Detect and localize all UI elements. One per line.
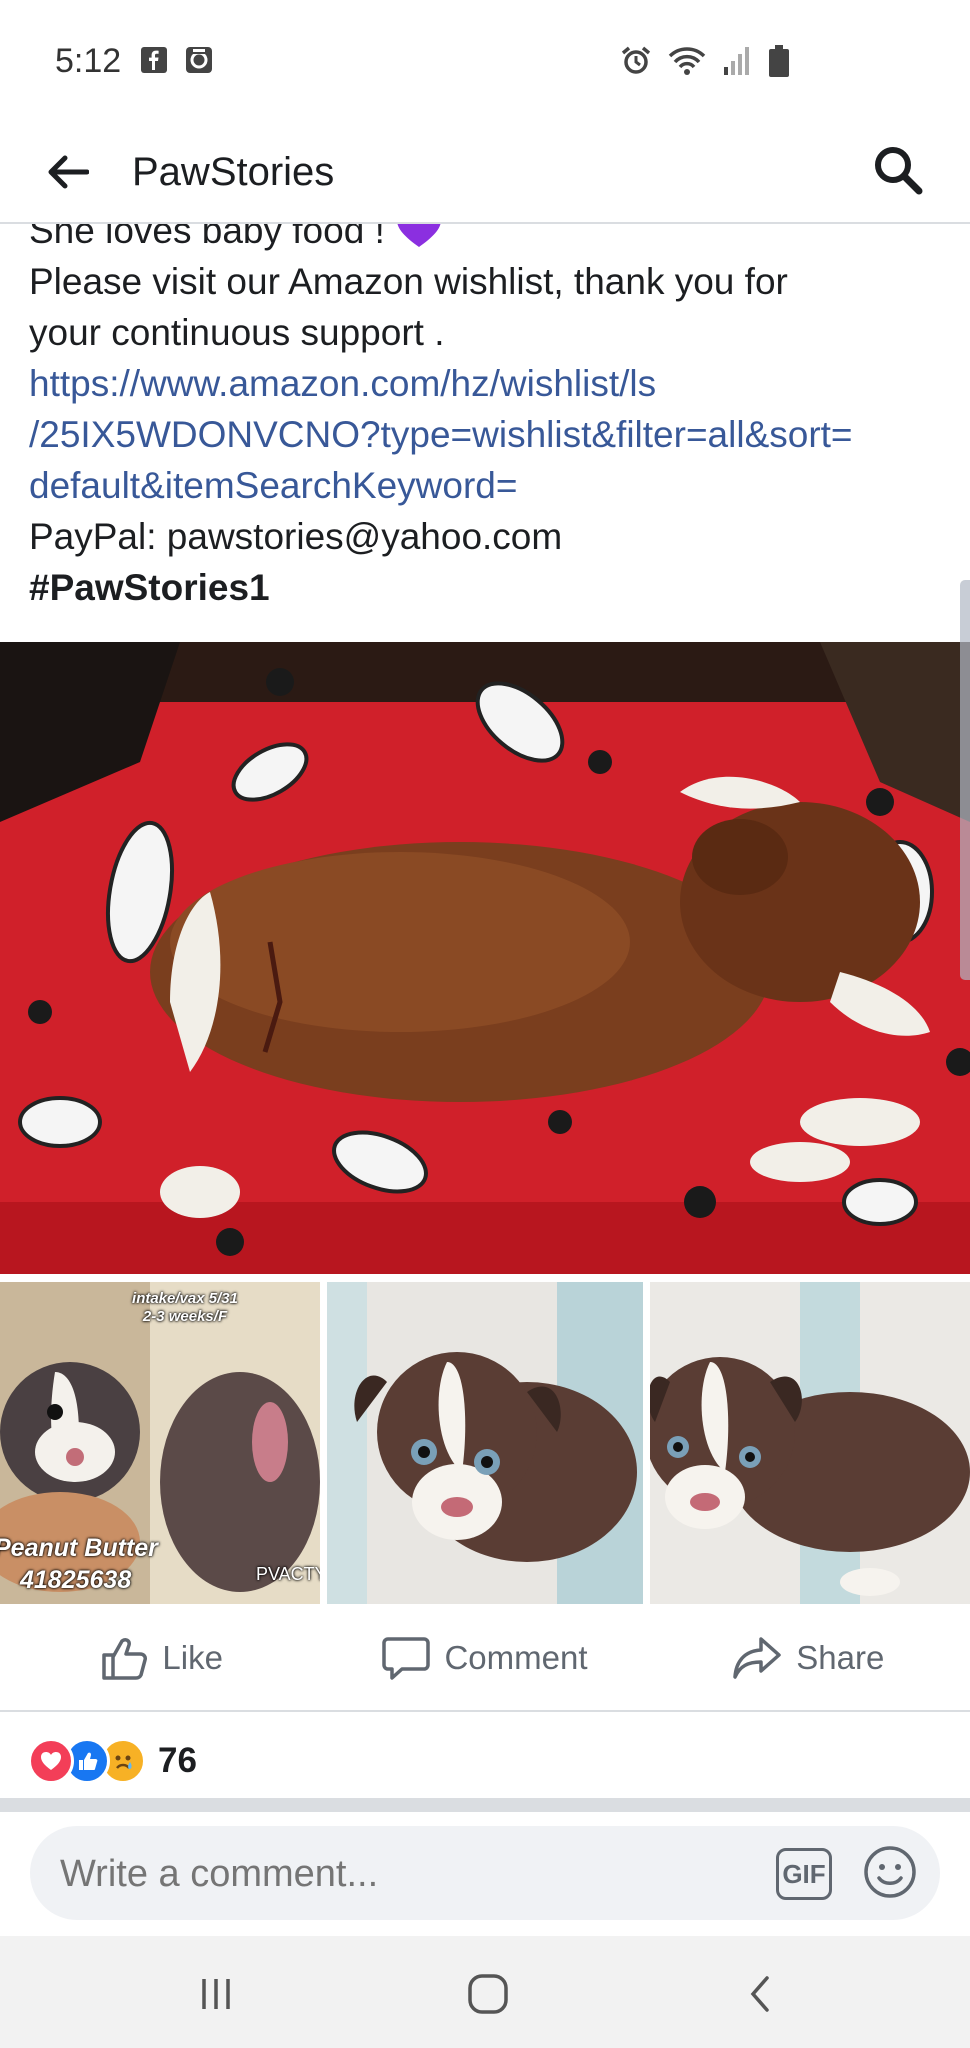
puppy-on-blanket-image: [0, 642, 970, 1274]
gif-button[interactable]: GIF: [776, 1848, 832, 1900]
gif-label: GIF: [782, 1858, 826, 1889]
watermark-label: PVACTY: [256, 1564, 320, 1584]
thumbs-up-icon: [102, 1638, 148, 1680]
wishlist-link-1[interactable]: https://www.amazon.com/hz/wishlist/ls: [29, 358, 949, 409]
share-icon: [733, 1637, 782, 1679]
thumbnail-1[interactable]: intake/vax 5/31 2-3 weeks/F Peanut Butte…: [0, 1282, 320, 1604]
puppy-standing-image: [650, 1282, 970, 1604]
comment-box[interactable]: GIF: [30, 1826, 940, 1922]
home-icon: [468, 1974, 508, 2014]
recent-apps-button[interactable]: [186, 1966, 246, 2022]
status-icons: [620, 44, 790, 78]
notification-app-icon: [186, 47, 212, 73]
page-title-overlay: PawStories: [132, 150, 335, 194]
header-background: PawStories: [0, 120, 970, 224]
home-button[interactable]: [458, 1966, 518, 2022]
post-paypal: PayPal: pawstories@yahoo.com: [29, 516, 563, 557]
search-button-overlay[interactable]: [866, 138, 930, 202]
comment-label: Comment: [444, 1639, 588, 1676]
like-label: Like: [162, 1639, 223, 1676]
share-label: Share: [796, 1639, 885, 1676]
main-photo[interactable]: [0, 642, 970, 1274]
facebook-notification-icon: [141, 47, 167, 73]
chevron-left-icon: [750, 1976, 769, 2012]
age-label: 2-3 weeks/F: [142, 1308, 228, 1325]
comment-icon: [382, 1637, 431, 1680]
wishlist-link-2[interactable]: /25IX5WDONVCNO?type=wishlist&filter=all&…: [29, 409, 949, 460]
thumbnail-1-top-label: intake/vax 5/31 2-3 weeks/F: [110, 1290, 260, 1326]
status-time: 5:12: [55, 42, 122, 80]
comment-button[interactable]: Comment: [323, 1606, 646, 1710]
wishlist-link-3[interactable]: default&itemSearchKeyword=: [29, 460, 949, 511]
navigation-bar: [0, 1936, 970, 2048]
emoji-icon[interactable]: [862, 1844, 918, 1900]
post-hashtag[interactable]: #PawStories1: [29, 562, 949, 613]
comment-area: GIF: [0, 1812, 970, 1936]
puppy-sitting-image: [327, 1282, 643, 1604]
post-line-1: Please visit our Amazon wishlist, thank …: [29, 261, 788, 302]
pet-id-label: 41825638: [20, 1566, 132, 1594]
back-button-overlay[interactable]: [38, 142, 98, 202]
post-actions: Like Comment Share: [0, 1606, 970, 1712]
thumbnail-2[interactable]: [327, 1282, 643, 1604]
love-reaction-icon: [28, 1738, 74, 1784]
alarm-icon: [621, 46, 651, 74]
comment-input[interactable]: [58, 1826, 762, 1922]
pet-name-label: Peanut Butter: [0, 1534, 158, 1562]
share-button[interactable]: Share: [647, 1606, 970, 1710]
post-line-2: your continuous support .: [29, 312, 445, 353]
intake-label: intake/vax 5/31: [132, 1290, 238, 1307]
reactions-summary[interactable]: 76: [28, 1735, 197, 1787]
section-divider: [0, 1798, 970, 1812]
thumbnail-3[interactable]: [650, 1282, 970, 1604]
photo-thumbnails: intake/vax 5/31 2-3 weeks/F Peanut Butte…: [0, 1282, 970, 1604]
search-icon: [875, 147, 923, 195]
arrow-left-icon: [48, 155, 89, 189]
signal-icon: [724, 47, 749, 75]
wifi-icon: [668, 47, 706, 75]
post-text: She loves baby food ! Please visit our A…: [29, 205, 949, 613]
battery-icon: [769, 45, 789, 77]
reaction-count: 76: [158, 1741, 197, 1780]
back-nav-button[interactable]: [730, 1966, 790, 2022]
status-bar: 5:12: [0, 0, 970, 120]
recent-apps-icon: [202, 1979, 230, 2009]
scrollbar[interactable]: [960, 580, 970, 980]
like-button[interactable]: Like: [0, 1606, 323, 1710]
